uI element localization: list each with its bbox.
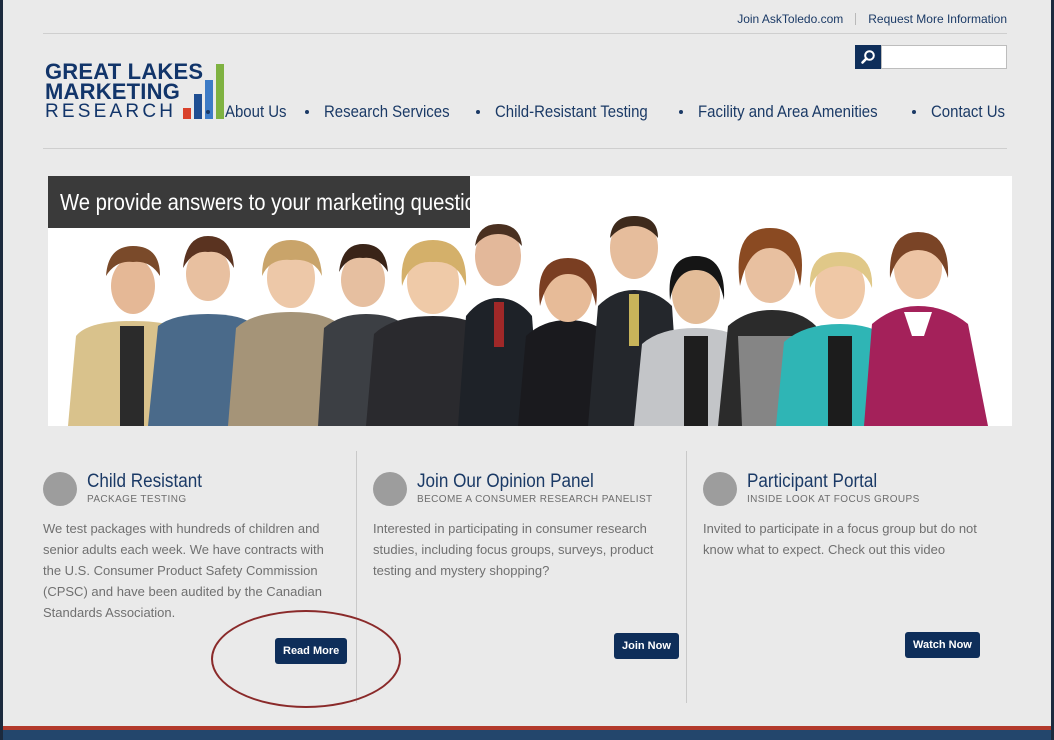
join-now-button[interactable]: Join Now xyxy=(614,633,679,659)
feature-title[interactable]: Join Our Opinion Panel xyxy=(417,471,613,493)
hero-headline: We provide answers to your marketing que… xyxy=(48,176,497,228)
nav-bullet xyxy=(476,110,481,114)
feature-subtitle: BECOME A CONSUMER RESEARCH PANELIST xyxy=(417,494,653,505)
feature-circle-icon xyxy=(703,472,737,506)
nav-bullet xyxy=(205,110,210,114)
nav-bullet xyxy=(911,110,916,114)
hero-banner: We provide answers to your marketing que… xyxy=(48,176,1012,426)
person-figure xyxy=(864,232,988,426)
divider xyxy=(855,13,857,25)
nav-child-resistant-testing[interactable]: Child-Resistant Testing xyxy=(495,102,648,122)
annotation-oval xyxy=(211,610,401,708)
nav-bullet xyxy=(678,110,683,114)
divider xyxy=(43,148,1007,149)
feature-title[interactable]: Participant Portal xyxy=(747,471,892,493)
feature-circle-icon xyxy=(43,472,77,506)
feature-text: We test packages with hundreds of childr… xyxy=(43,521,324,620)
utility-links: Join AskToledo.com Request More Informat… xyxy=(737,12,1007,26)
page: Join AskToledo.com Request More Informat… xyxy=(3,0,1051,740)
footer-bar xyxy=(3,730,1051,740)
feature-subtitle: PACKAGE TESTING xyxy=(87,494,187,505)
watch-now-button[interactable]: Watch Now xyxy=(905,632,980,658)
search-button[interactable] xyxy=(855,45,881,69)
join-asktoledo-link[interactable]: Join AskToledo.com xyxy=(737,12,843,26)
feature-opinion-panel: Join Our Opinion Panel BECOME A CONSUMER… xyxy=(373,455,683,705)
nav-facility-amenities[interactable]: Facility and Area Amenities xyxy=(698,102,878,122)
search-box xyxy=(855,45,1007,69)
search-input[interactable] xyxy=(881,45,1007,69)
feature-text: Interested in participating in consumer … xyxy=(373,521,654,578)
feature-participant-portal: Participant Portal INSIDE LOOK AT FOCUS … xyxy=(703,455,1013,705)
feature-title[interactable]: Child Resistant xyxy=(87,471,215,493)
nav-about-us[interactable]: About Us xyxy=(225,102,287,122)
feature-text: Invited to participate in a focus group … xyxy=(703,521,977,557)
nav-contact-us[interactable]: Contact Us xyxy=(931,102,1005,122)
main-nav: About Us Research Services Child-Resista… xyxy=(205,102,1007,122)
feature-circle-icon xyxy=(373,472,407,506)
feature-subtitle: INSIDE LOOK AT FOCUS GROUPS xyxy=(747,494,920,505)
divider xyxy=(43,33,1007,34)
request-info-link[interactable]: Request More Information xyxy=(868,12,1007,26)
divider xyxy=(686,451,687,703)
nav-bullet xyxy=(304,110,309,114)
nav-research-services[interactable]: Research Services xyxy=(324,102,450,122)
search-icon xyxy=(861,50,875,64)
